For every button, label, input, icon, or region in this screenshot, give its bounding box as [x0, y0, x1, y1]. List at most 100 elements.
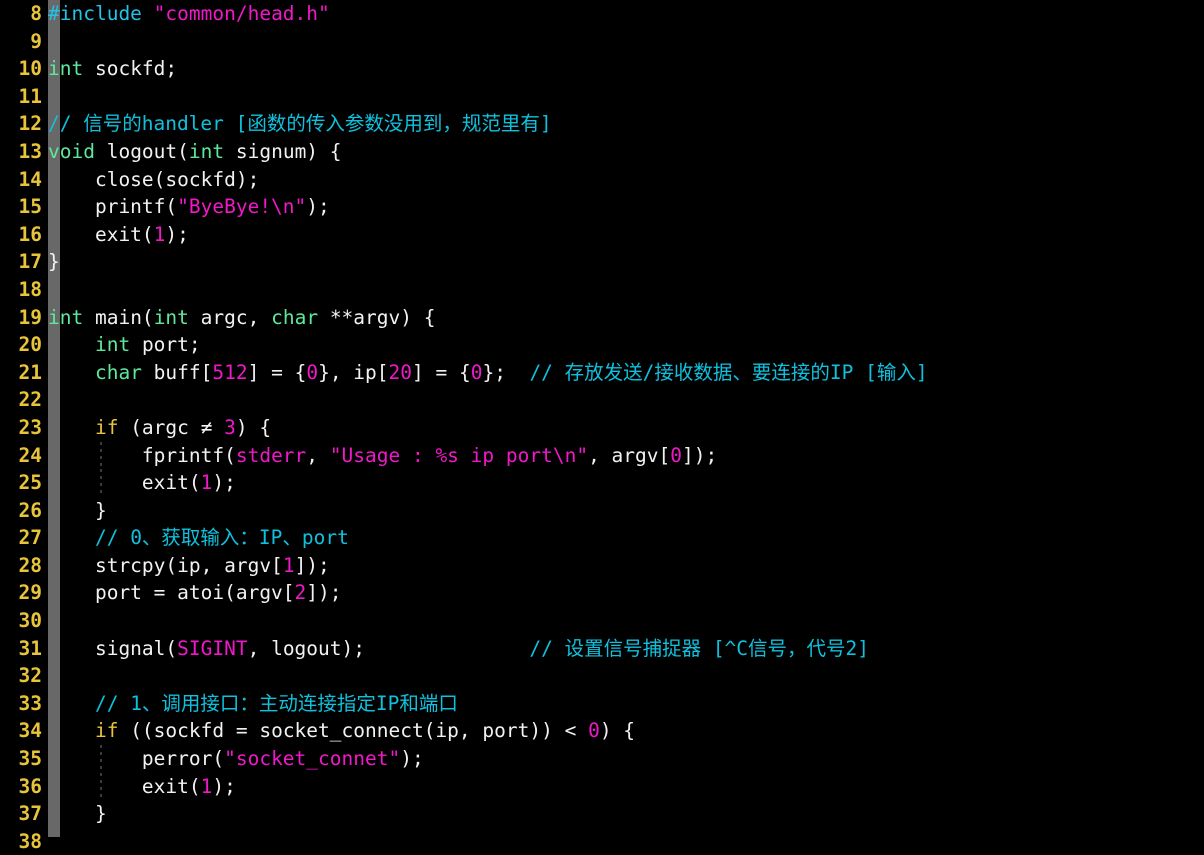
- code-line-text[interactable]: int port;: [48, 331, 201, 359]
- code-line[interactable]: 33 // 1、调用接口：主动连接指定IP和端口: [0, 690, 1204, 718]
- code-token: if: [94, 719, 119, 743]
- code-token: ]);: [306, 581, 342, 605]
- code-line[interactable]: 37 }: [0, 800, 1204, 828]
- code-line[interactable]: 25 exit(1);: [0, 469, 1204, 497]
- line-number: 13: [18, 139, 42, 163]
- code-token: (argc ≠: [118, 415, 225, 439]
- code-line-text[interactable]: }: [48, 248, 60, 276]
- code-token: void: [48, 139, 95, 163]
- code-line[interactable]: 36 exit(1);: [0, 772, 1204, 801]
- code-line-text[interactable]: void logout(int signum) {: [48, 138, 342, 166]
- code-line-text[interactable]: if (argc ≠ 3) {: [48, 414, 271, 442]
- code-line-text[interactable]: // 0、获取输入：IP、port: [48, 524, 349, 552]
- code-token: );: [212, 774, 236, 798]
- code-line-text[interactable]: port = atoi(argv[2]);: [48, 579, 342, 607]
- code-line-text[interactable]: strcpy(ip, argv[1]);: [48, 552, 330, 580]
- code-line-text[interactable]: exit(1);: [48, 469, 236, 497]
- code-token: int: [48, 305, 84, 329]
- code-line[interactable]: 18: [0, 276, 1204, 304]
- code-line-text[interactable]: }: [48, 497, 107, 525]
- code-token: );: [212, 471, 236, 495]
- code-line[interactable]: 9: [0, 28, 1204, 56]
- line-number: 29: [18, 581, 42, 605]
- code-line-text[interactable]: // 1、调用接口：主动连接指定IP和端口: [48, 690, 458, 718]
- code-line-text[interactable]: int sockfd;: [48, 55, 177, 83]
- code-line[interactable]: 26 }: [0, 497, 1204, 525]
- line-number: 28: [18, 553, 42, 577]
- line-number: 34: [18, 719, 42, 743]
- code-token: fprintf(: [48, 443, 236, 467]
- code-line[interactable]: 17}: [0, 248, 1204, 276]
- code-token: SIGINT: [177, 636, 248, 660]
- code-line[interactable]: 14 close(sockfd);: [0, 166, 1204, 194]
- line-number: 19: [18, 305, 42, 329]
- code-token: 0: [470, 360, 483, 384]
- code-token: );: [400, 747, 424, 771]
- code-token: stderr: [235, 443, 307, 467]
- code-line-text[interactable]: #include "common/head.h": [48, 0, 330, 28]
- line-number: 37: [18, 802, 42, 826]
- code-line[interactable]: 8 #include "common/head.h": [0, 0, 1204, 28]
- code-line-text[interactable]: close(sockfd);: [48, 166, 259, 194]
- line-number: 22: [18, 388, 42, 412]
- code-line[interactable]: 20 int port;: [0, 331, 1204, 359]
- code-editor[interactable]: 8 #include "common/head.h" 9 10 int sockfd; 1…: [0, 0, 1204, 853]
- code-content-area[interactable]: 8 #include "common/head.h" 9 10 int sockfd; 1…: [0, 0, 1204, 853]
- code-line[interactable]: 23 if (argc ≠ 3) {: [0, 414, 1204, 442]
- code-line-text[interactable]: exit(1);: [48, 773, 236, 801]
- code-line[interactable]: 19 int main(int argc, char **argv) {: [0, 304, 1204, 332]
- code-token: exit(: [48, 774, 201, 798]
- code-line[interactable]: 10 int sockfd;: [0, 55, 1204, 83]
- code-line-text[interactable]: // 信号的handler [函数的传入参数没用到，规范里有]: [48, 110, 552, 138]
- code-token: ) {: [599, 719, 636, 743]
- code-token: signum) {: [224, 139, 342, 163]
- code-line[interactable]: 38: [0, 828, 1204, 855]
- code-line[interactable]: 34 if ((sockfd = socket_connect(ip, port…: [0, 717, 1204, 745]
- code-token: if: [94, 415, 119, 439]
- code-token: 0: [306, 360, 319, 384]
- code-token: );: [165, 222, 189, 246]
- code-token: strcpy(ip, argv[: [48, 553, 283, 577]
- code-line-text[interactable]: }: [48, 800, 107, 828]
- code-line[interactable]: 29 port = atoi(argv[2]);: [0, 579, 1204, 607]
- code-token: // 存放发送/接收数据、要连接的IP [输入]: [529, 360, 928, 384]
- code-token: 20: [388, 360, 413, 384]
- code-line[interactable]: 35 perror("socket_connet");: [0, 745, 1204, 773]
- code-line-text[interactable]: signal(SIGINT, logout); // 设置信号捕捉器 [^C信号…: [48, 635, 869, 663]
- code-line[interactable]: 27 // 0、获取输入：IP、port: [0, 524, 1204, 552]
- code-token: port;: [130, 333, 201, 357]
- code-line[interactable]: 22: [0, 386, 1204, 414]
- code-line-text[interactable]: if ((sockfd = socket_connect(ip, port)) …: [48, 717, 635, 745]
- code-line[interactable]: 21 char buff[512] = {0}, ip[20] = {0}; /…: [0, 359, 1204, 387]
- code-token: 3: [224, 415, 236, 439]
- code-line[interactable]: 11: [0, 83, 1204, 111]
- code-line[interactable]: 30: [0, 607, 1204, 635]
- code-token: ) {: [235, 415, 272, 439]
- code-line-text[interactable]: char buff[512] = {0}, ip[20] = {0}; // 存…: [48, 359, 928, 387]
- line-number: 12: [18, 112, 42, 136]
- code-line[interactable]: 24 fprintf(stderr, "Usage : %s ip port\n…: [0, 441, 1204, 470]
- code-token: ] = {: [247, 360, 307, 384]
- code-line[interactable]: 32: [0, 662, 1204, 690]
- code-token: // 设置信号捕捉器 [^C信号，代号2]: [529, 636, 870, 660]
- code-token: argc,: [188, 305, 272, 329]
- code-token: ] = {: [412, 360, 471, 384]
- code-line[interactable]: 15 printf("ByeBye!\n");: [0, 193, 1204, 221]
- code-line[interactable]: 16 exit(1);: [0, 221, 1204, 249]
- code-token: exit(: [48, 471, 201, 495]
- code-line-text[interactable]: fprintf(stderr, "Usage : %s ip port\n", …: [48, 442, 717, 470]
- code-token: 1: [200, 471, 213, 495]
- line-number: 32: [18, 664, 42, 688]
- code-line-text[interactable]: exit(1);: [48, 221, 189, 249]
- code-token: , logout);: [247, 636, 530, 660]
- code-line-text[interactable]: int main(int argc, char **argv) {: [48, 304, 435, 332]
- code-line[interactable]: 31 signal(SIGINT, logout); // 设置信号捕捉器 [^…: [0, 635, 1204, 663]
- code-line[interactable]: 13 void logout(int signum) {: [0, 138, 1204, 166]
- code-line-text[interactable]: perror("socket_connet");: [48, 745, 424, 773]
- code-line[interactable]: 12// 信号的handler [函数的传入参数没用到，规范里有]: [0, 110, 1204, 138]
- code-line[interactable]: 28 strcpy(ip, argv[1]);: [0, 552, 1204, 580]
- code-line-text[interactable]: printf("ByeBye!\n");: [48, 193, 330, 221]
